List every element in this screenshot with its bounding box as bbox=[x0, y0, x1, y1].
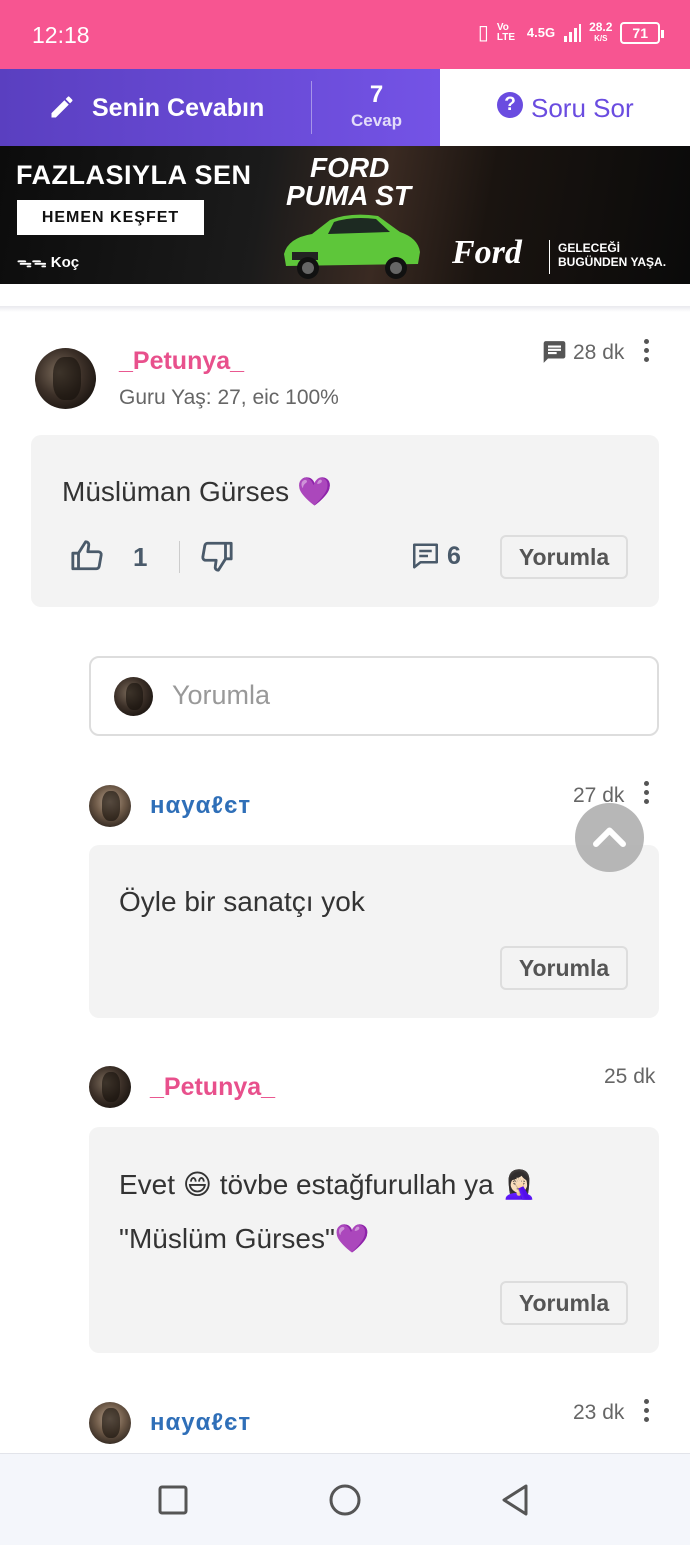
network-speed: 28.2 K/S bbox=[589, 19, 613, 44]
ford-logo: Ford bbox=[452, 234, 522, 271]
answer-count: 7 bbox=[369, 81, 384, 108]
comment-input[interactable]: Yorumla bbox=[89, 656, 659, 736]
comment-time: 25 dk bbox=[604, 1065, 656, 1088]
speed-unit: K/S bbox=[594, 33, 608, 43]
volte-indicator: Vo LTE bbox=[496, 21, 516, 43]
system-nav-bar bbox=[0, 1453, 690, 1545]
comment-username[interactable]: _Petunya_ bbox=[150, 1073, 275, 1102]
more-options-icon[interactable] bbox=[644, 339, 650, 366]
status-bar: 12:18 ▯ Vo LTE 4.5G 28.2 K/S 71 bbox=[0, 0, 690, 69]
more-options-icon[interactable] bbox=[644, 781, 650, 808]
answer-time: 28 dk bbox=[573, 341, 625, 364]
avatar[interactable] bbox=[89, 1066, 131, 1108]
back-icon[interactable] bbox=[500, 1483, 530, 1517]
scroll-to-top-button[interactable] bbox=[575, 803, 644, 872]
answer-text: Müslüman Gürses 💜 bbox=[62, 476, 332, 507]
comment-text-line1: Evet 😄 tövbe estağfurullah ya 🤦🏻‍♀️ bbox=[119, 1169, 537, 1200]
pencil-icon bbox=[51, 96, 73, 118]
comment-time: 23 dk bbox=[573, 1401, 625, 1424]
divider bbox=[311, 81, 312, 134]
action-bar: Senin Cevabın 7 Cevap ? Soru Sor bbox=[0, 69, 690, 146]
ad-banner[interactable]: FAZLASIYLA SEN HEMEN KEŞFET ᯓᯓ Koç FORD … bbox=[0, 146, 690, 284]
question-circle-icon: ? bbox=[497, 92, 523, 118]
comment-username[interactable]: нαуαℓєт bbox=[150, 1409, 251, 1437]
ask-question-button[interactable]: ? Soru Sor bbox=[440, 69, 690, 146]
avatar[interactable] bbox=[89, 785, 131, 827]
comment-text: Öyle bir sanatçı yok bbox=[119, 886, 365, 917]
ad-model-line1: FORD bbox=[310, 152, 390, 183]
comment-username[interactable]: нαуαℓєт bbox=[150, 792, 251, 820]
your-answer-button[interactable]: Senin Cevabın 7 Cevap bbox=[0, 69, 440, 146]
ad-slogan-line2: BUGÜNDEN YAŞA. bbox=[558, 255, 667, 269]
comment-icon bbox=[543, 341, 566, 363]
comment-button[interactable]: Yorumla bbox=[500, 535, 628, 579]
comment-button[interactable]: Yorumla bbox=[500, 946, 628, 990]
chevron-up-icon bbox=[593, 827, 626, 847]
avatar[interactable] bbox=[89, 1402, 131, 1444]
answer-card: Müslüman Gürses 💜 1 6 Yorumla bbox=[31, 435, 659, 607]
more-options-icon[interactable] bbox=[644, 1399, 650, 1426]
comment-card: Öyle bir sanatçı yok Yorumla bbox=[89, 845, 659, 1018]
status-time: 12:18 bbox=[32, 22, 90, 48]
comment-count[interactable]: 6 bbox=[447, 542, 461, 571]
answer-username[interactable]: _Petunya_ bbox=[119, 347, 244, 376]
comment-text-line2: "Müslüm Gürses"💜 bbox=[119, 1223, 370, 1254]
avatar bbox=[114, 677, 153, 716]
network-type: 4.5G bbox=[526, 25, 556, 40]
thumbs-down-icon[interactable] bbox=[200, 539, 234, 573]
answer-user-meta: Guru Yaş: 27, eic 100% bbox=[119, 386, 339, 409]
signal-icon bbox=[564, 23, 582, 42]
ad-headline: FAZLASIYLA SEN bbox=[16, 160, 252, 190]
avatar[interactable] bbox=[35, 348, 96, 409]
recents-icon[interactable] bbox=[158, 1485, 188, 1515]
ad-separator bbox=[549, 240, 550, 274]
ad-slogan-line1: GELECEĞİ bbox=[558, 241, 621, 255]
speed-value: 28.2 bbox=[589, 19, 613, 34]
thumbs-up-icon[interactable] bbox=[70, 539, 104, 573]
home-icon[interactable] bbox=[328, 1483, 362, 1517]
koc-logo-text: Koç bbox=[50, 254, 80, 271]
section-divider bbox=[0, 306, 690, 312]
like-count: 1 bbox=[133, 542, 148, 572]
koc-logo-mark: ᯓᯓ bbox=[17, 254, 47, 271]
car-image bbox=[284, 214, 420, 279]
like-divider bbox=[179, 541, 180, 573]
comment-card: Evet 😄 tövbe estağfurullah ya 🤦🏻‍♀️ "Müs… bbox=[89, 1127, 659, 1353]
ad-cta-button[interactable]: HEMEN KEŞFET bbox=[17, 200, 204, 235]
ask-question-label: Soru Sor bbox=[531, 93, 634, 123]
ad-slogan: GELECEĞİ BUGÜNDEN YAŞA. bbox=[558, 241, 666, 269]
comment-button[interactable]: Yorumla bbox=[500, 1281, 628, 1325]
ad-model-line2: PUMA ST bbox=[286, 180, 411, 211]
your-answer-label: Senin Cevabın bbox=[92, 94, 265, 122]
battery-indicator: 71 bbox=[620, 21, 664, 44]
koc-logo: ᯓᯓ Koç bbox=[17, 252, 79, 272]
comment-input-placeholder: Yorumla bbox=[172, 680, 271, 710]
status-icons: ▯ Vo LTE 4.5G 28.2 K/S 71 bbox=[477, 19, 664, 45]
ad-model-name: FORD PUMA ST bbox=[286, 154, 411, 210]
vibrate-icon: ▯ bbox=[477, 22, 489, 44]
answer-count-label: Cevap bbox=[350, 111, 403, 130]
comment-icon[interactable] bbox=[410, 541, 441, 571]
